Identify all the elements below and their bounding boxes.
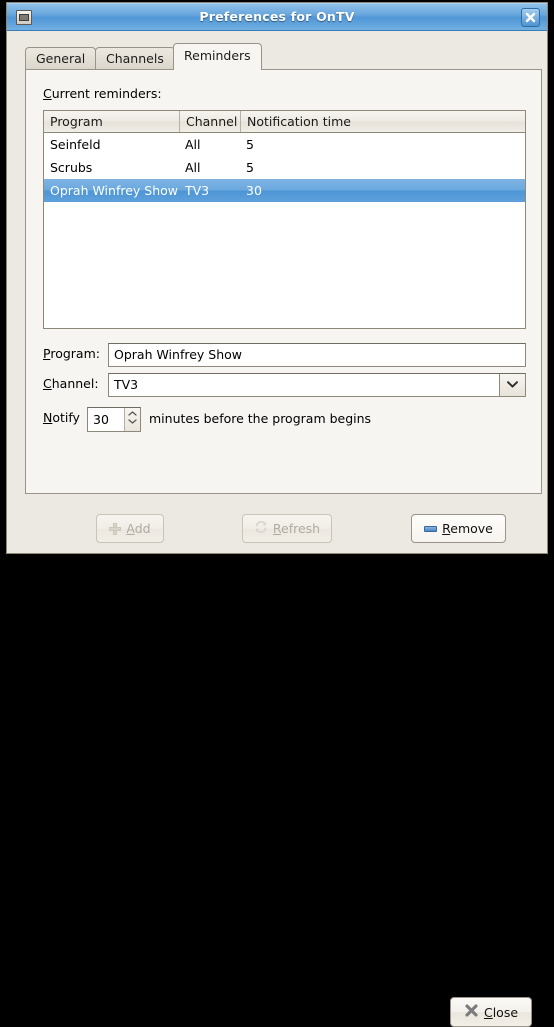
list-header: Program Channel Notification time <box>44 111 525 133</box>
column-header-channel[interactable]: Channel <box>179 111 240 132</box>
close-x-icon <box>464 1003 479 1021</box>
notify-suffix-label: minutes before the program begins <box>149 411 372 426</box>
program-row: Program: Oprah Winfrey Show <box>43 343 526 367</box>
close-button[interactable]: Close <box>450 997 532 1027</box>
tab-channels[interactable]: Channels <box>95 47 175 69</box>
channel-combobox[interactable]: TV3 <box>108 373 526 397</box>
title-bar: Preferences for OnTV <box>7 3 547 31</box>
cell-channel: All <box>185 160 201 175</box>
reminders-list[interactable]: Program Channel Notification time Seinfe… <box>43 110 526 329</box>
tab-strip: General Channels Reminders <box>25 43 542 70</box>
current-reminders-label: Current reminders: <box>43 86 162 101</box>
table-row-selected[interactable]: Oprah Winfrey Show TV3 30 <box>44 179 525 202</box>
chevron-down-icon[interactable] <box>499 374 525 396</box>
cell-channel: TV3 <box>185 183 210 198</box>
preferences-window: Preferences for OnTV General Channels Re… <box>6 2 548 1027</box>
chevron-up-icon[interactable] <box>125 408 140 416</box>
column-header-program[interactable]: Program <box>44 111 179 132</box>
cell-time: 5 <box>246 137 254 152</box>
program-label: Program: <box>43 346 100 361</box>
stepper-buttons[interactable] <box>124 408 140 431</box>
cell-program: Seinfeld <box>50 137 101 152</box>
tab-reminders[interactable]: Reminders <box>173 43 262 70</box>
chevron-down-icon[interactable] <box>125 416 140 424</box>
channel-row: Channel: TV3 <box>43 373 526 397</box>
notify-row: Notify 30 minutes before the program beg… <box>43 407 526 433</box>
cell-program: Oprah Winfrey Show <box>50 183 179 198</box>
notify-minutes-value: 30 <box>93 412 109 427</box>
cell-time: 5 <box>246 160 254 175</box>
channel-label: Channel: <box>43 376 99 391</box>
table-row[interactable]: Scrubs All 5 <box>44 156 525 179</box>
column-header-notification-time[interactable]: Notification time <box>240 111 525 132</box>
notify-label: Notify <box>43 410 80 425</box>
tab-general[interactable]: General <box>25 47 97 69</box>
close-icon[interactable] <box>521 8 540 27</box>
cell-channel: All <box>185 137 201 152</box>
dialog-action-area: Close <box>7 494 547 1027</box>
close-button-label: Close <box>483 1004 519 1020</box>
cell-program: Scrubs <box>50 160 93 175</box>
list-body: Seinfeld All 5 Scrubs All 5 Oprah Winfre… <box>44 133 525 202</box>
program-input[interactable]: Oprah Winfrey Show <box>108 343 526 367</box>
channel-selected-value: TV3 <box>114 377 139 392</box>
cell-time: 30 <box>246 183 262 198</box>
notify-minutes-stepper[interactable]: 30 <box>87 407 141 432</box>
window-title: Preferences for OnTV <box>199 9 355 24</box>
reminders-panel: Current reminders: Program Channel Notif… <box>25 69 542 543</box>
table-row[interactable]: Seinfeld All 5 <box>44 133 525 156</box>
